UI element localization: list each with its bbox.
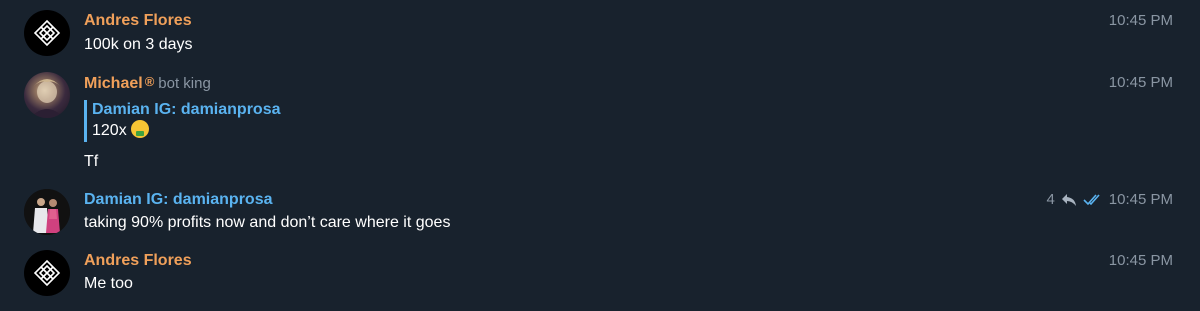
avatar-image: [30, 79, 64, 118]
message-item[interactable]: Michael ® bot king Damian IG: damianprosa …: [0, 64, 1200, 182]
avatar-image: [24, 189, 70, 235]
message-text: taking 90% profits now and don’t care wh…: [84, 214, 451, 231]
sender-name[interactable]: Andres Flores: [84, 252, 192, 270]
message-item[interactable]: Damian IG: damianprosa taking 90% profit…: [0, 182, 1200, 242]
reply-quote[interactable]: Damian IG: damianprosa 120x: [84, 100, 281, 142]
avatar[interactable]: [24, 72, 70, 118]
money-mouth-face-icon: [130, 120, 149, 138]
reply-count[interactable]: 4: [1046, 191, 1054, 208]
avatar[interactable]: [24, 189, 70, 235]
avatar[interactable]: [24, 10, 70, 56]
message-text: 100k on 3 days: [84, 36, 193, 53]
avatar[interactable]: [24, 250, 70, 296]
reply-arrow-icon[interactable]: [1061, 193, 1077, 207]
sender-name-text: Michael: [84, 75, 143, 92]
quote-text: 120x: [92, 120, 281, 142]
double-check-icon: [1083, 193, 1100, 205]
message-item[interactable]: Andres Flores Me too 10:45 PM: [0, 242, 1200, 311]
logo-icon: [33, 259, 61, 287]
timestamp: 10:45 PM: [1108, 74, 1173, 91]
sender-name[interactable]: Damian IG: damianprosa: [84, 191, 273, 209]
quote-sender: Damian IG: damianprosa: [92, 101, 281, 118]
message-text: Me too: [84, 275, 133, 292]
member-rank: bot king: [158, 75, 211, 92]
sender-name[interactable]: Andres Flores: [84, 12, 192, 30]
timestamp: 10:45 PM: [1108, 252, 1173, 269]
logo-icon: [33, 19, 61, 47]
message-meta: 4 10:45 PM: [1046, 191, 1173, 208]
timestamp: 10:45 PM: [1108, 12, 1173, 29]
rank-symbol: ®: [144, 74, 155, 89]
message-item[interactable]: Andres Flores 100k on 3 days 10:45 PM: [0, 0, 1200, 64]
quote-text-value: 120x: [92, 122, 127, 139]
timestamp: 10:45 PM: [1108, 191, 1173, 208]
sender-name[interactable]: Michael ® bot king: [84, 74, 211, 93]
message-text: Tf: [84, 153, 99, 170]
